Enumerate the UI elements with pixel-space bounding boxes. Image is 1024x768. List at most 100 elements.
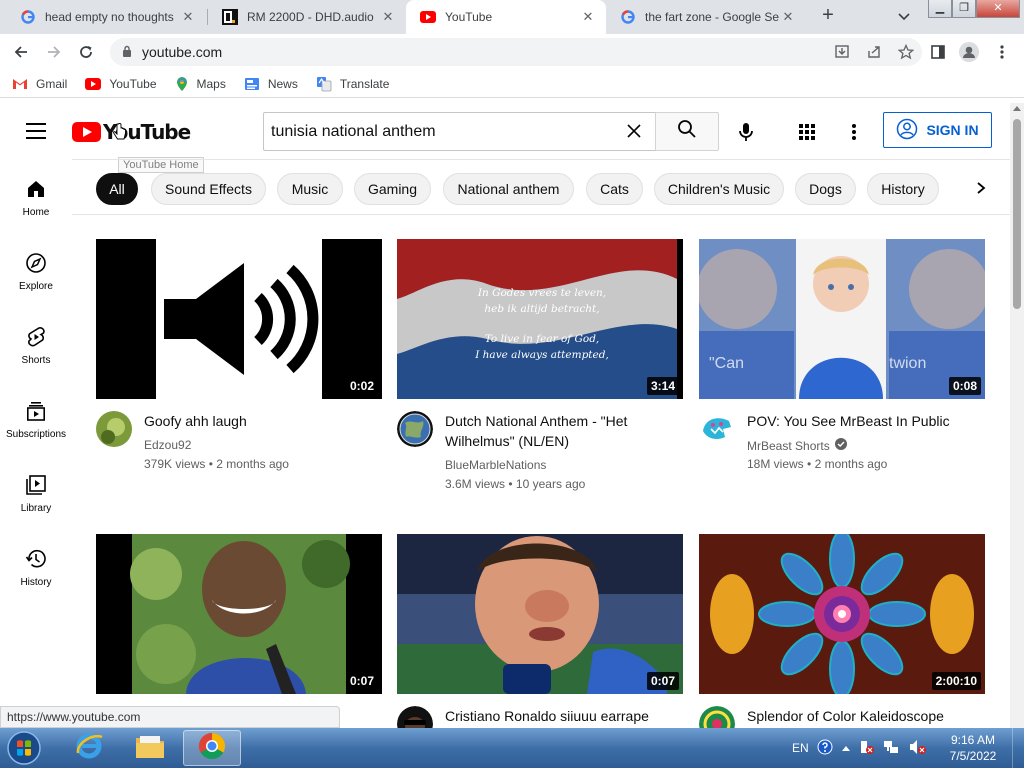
guide-item-history[interactable]: History [0, 529, 72, 603]
bookmark-star-icon[interactable] [897, 43, 915, 63]
more-vert-icon[interactable] [846, 121, 862, 143]
bookmark-gmail[interactable]: Gmail [12, 77, 67, 91]
chip-gaming[interactable]: Gaming [354, 173, 431, 205]
video-duration: 2:00:10 [931, 672, 981, 690]
profile-icon[interactable] [958, 41, 980, 63]
forward-icon[interactable] [43, 41, 65, 63]
sign-in-button[interactable]: SIGN IN [883, 112, 992, 148]
close-icon[interactable]: ✕ [180, 9, 196, 25]
scrollbar-thumb[interactable] [1013, 119, 1021, 309]
channel-name[interactable]: Edzou92 [144, 438, 191, 452]
show-desktop-button[interactable] [1012, 728, 1024, 768]
video-thumbnail[interactable]: 0:02 [96, 239, 382, 399]
close-icon[interactable]: ✕ [780, 9, 796, 25]
bookmark-news[interactable]: News [244, 77, 298, 91]
video-title[interactable]: Splendor of Color Kaleidoscope [747, 706, 981, 726]
taskbar-clock[interactable]: 9:16 AM 7/5/2022 [942, 732, 1004, 764]
youtube-masthead: YouTube tunisia national anthem SIGN IN [0, 103, 1010, 159]
video-thumbnail[interactable]: "Can twion 0:08 [699, 239, 985, 399]
smiling-man-image [96, 534, 382, 694]
lock-icon[interactable] [122, 44, 132, 60]
video-thumbnail[interactable]: 2:00:10 [699, 534, 985, 694]
volume-muted-icon[interactable] [909, 739, 927, 758]
guide-item-explore[interactable]: Explore [0, 233, 72, 307]
video-title[interactable]: Cristiano Ronaldo siiuuu earrape [445, 706, 679, 726]
address-bar[interactable]: youtube.com [110, 38, 922, 66]
menu-icon[interactable] [26, 123, 46, 139]
video-title[interactable]: POV: You See MrBeast In Public [747, 411, 981, 431]
chip-all[interactable]: All [96, 173, 138, 205]
guide-item-shorts[interactable]: Shorts [0, 307, 72, 381]
close-icon[interactable]: ✕ [380, 9, 396, 25]
side-panel-icon[interactable] [927, 41, 949, 63]
new-tab-button[interactable]: + [817, 5, 839, 27]
video-thumbnail[interactable]: 0:07 [96, 534, 382, 694]
speaker-icon [164, 263, 319, 375]
back-icon[interactable] [10, 41, 32, 63]
channel-avatar[interactable] [397, 411, 433, 447]
video-title[interactable]: Goofy ahh laugh [144, 411, 378, 431]
clear-search-icon[interactable] [626, 123, 644, 141]
guide-item-library[interactable]: Library [0, 455, 72, 529]
share-icon[interactable] [866, 44, 882, 63]
tab-dhd-audio[interactable]: RM 2200D - DHD.audio ✕ [208, 0, 406, 34]
channel-name[interactable]: BlueMarbleNations [445, 458, 546, 472]
language-indicator[interactable]: EN [792, 741, 809, 755]
library-icon [24, 473, 48, 497]
action-center-icon[interactable] [859, 739, 875, 758]
folder-icon [134, 732, 166, 765]
page-scrollbar[interactable] [1010, 103, 1024, 728]
tab-fart-zone[interactable]: the fart zone - Google Se ✕ [606, 0, 806, 34]
tray-expand-icon[interactable] [841, 741, 851, 755]
bookmark-maps[interactable]: Maps [175, 76, 226, 92]
minimize-icon[interactable]: ▁ [928, 0, 952, 18]
bookmark-translate[interactable]: Translate [316, 76, 389, 92]
chip-history[interactable]: History [867, 173, 939, 205]
network-icon[interactable] [883, 739, 901, 758]
guide-item-home[interactable]: Home [0, 159, 72, 233]
search-button[interactable] [655, 112, 719, 151]
channel-avatar[interactable] [397, 706, 433, 728]
chrome-menu-icon[interactable] [991, 41, 1013, 63]
video-thumbnail[interactable]: 0:07 [397, 534, 683, 694]
taskbar-internet-explorer[interactable] [60, 730, 118, 766]
window-close-icon[interactable]: ✕ [976, 0, 1020, 18]
youtube-logo[interactable]: YouTube [72, 120, 191, 144]
baby-image [699, 239, 985, 399]
stadium-face-image [397, 534, 683, 694]
bookmark-youtube[interactable]: YouTube [85, 77, 157, 91]
tab-title: the fart zone - Google Se [645, 10, 780, 24]
taskbar-file-explorer[interactable] [121, 730, 179, 766]
install-icon[interactable] [834, 44, 850, 63]
start-button[interactable] [4, 730, 44, 766]
translate-icon [316, 76, 332, 92]
chip-national-anthem[interactable]: National anthem [443, 173, 574, 205]
restore-icon[interactable]: ❐ [952, 0, 976, 18]
microphone-icon[interactable] [735, 121, 757, 143]
chip-sound-effects[interactable]: Sound Effects [151, 173, 266, 205]
channel-avatar[interactable] [699, 411, 735, 447]
video-duration: 0:07 [345, 672, 378, 690]
apps-grid-icon[interactable] [797, 122, 817, 142]
chip-dogs[interactable]: Dogs [795, 173, 856, 205]
channel-avatar[interactable] [699, 706, 735, 728]
chevron-right-icon[interactable] [970, 174, 992, 202]
chip-music[interactable]: Music [277, 173, 343, 205]
tab-head-empty[interactable]: head empty no thoughts ✕ [6, 0, 206, 34]
scroll-up-icon[interactable] [1013, 106, 1021, 111]
guide-item-subscriptions[interactable]: Subscriptions [0, 381, 72, 455]
browser-toolbar: youtube.com [0, 34, 1024, 70]
chip-childrens-music[interactable]: Children's Music [654, 173, 784, 205]
help-icon[interactable] [817, 739, 833, 758]
chip-cats[interactable]: Cats [586, 173, 643, 205]
close-icon[interactable]: ✕ [580, 9, 596, 25]
channel-name[interactable]: MrBeast Shorts [747, 438, 847, 453]
channel-avatar[interactable] [96, 411, 132, 447]
search-input[interactable]: tunisia national anthem [263, 112, 656, 151]
taskbar-chrome[interactable] [183, 730, 241, 766]
video-title[interactable]: Dutch National Anthem - "Het Wilhelmus" … [445, 411, 679, 451]
tab-search-icon[interactable] [896, 8, 912, 24]
video-thumbnail[interactable]: In Godes vrees te leven, heb ik altijd b… [397, 239, 683, 399]
reload-icon[interactable] [75, 41, 97, 63]
tab-youtube[interactable]: YouTube ✕ [406, 0, 606, 34]
